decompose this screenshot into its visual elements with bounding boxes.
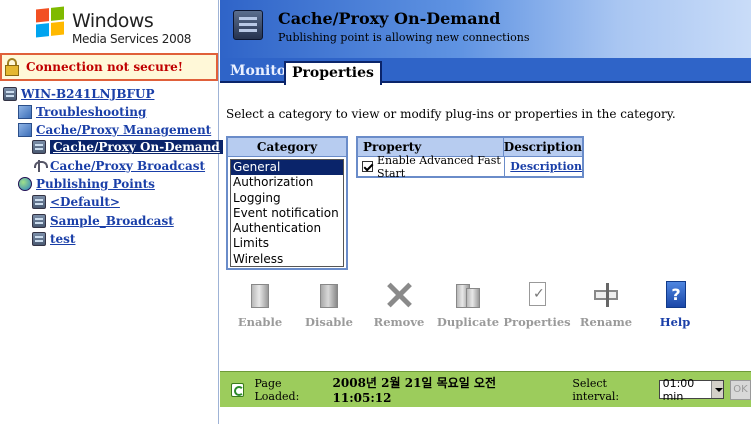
description-column-header: Description [503,140,582,154]
chevron-down-icon[interactable] [710,381,723,398]
rename-icon [591,280,621,310]
details-pane: Cache/Proxy On-Demand Publishing point i… [220,0,751,424]
remove-button[interactable]: Remove [364,280,434,329]
page-title: Cache/Proxy On-Demand [278,9,501,28]
category-option[interactable]: Limits [231,236,343,251]
page-subtitle: Publishing point is allowing new connect… [278,31,530,44]
disable-icon [314,280,344,310]
broadcast-antenna-icon [32,159,48,173]
category-option[interactable]: Event notification [231,206,343,221]
disable-button-label: Disable [305,315,353,329]
enable-advanced-fast-start-checkbox[interactable] [362,161,373,172]
tree-node-label[interactable]: Sample_Broadcast [50,214,174,228]
instructions-text: Select a category to view or modify plug… [226,107,676,121]
windows-media-services-logo: Windows Media Services 2008 [30,6,210,46]
tree-node-cache-proxy-management[interactable]: Cache/Proxy Management [18,123,211,137]
rename-button[interactable]: Rename [571,280,641,329]
help-icon: ? [660,280,690,310]
tree-node-label[interactable]: Troubleshooting [36,105,146,119]
cache-proxy-management-icon [18,123,32,137]
category-option[interactable]: General [231,160,343,176]
troubleshooting-icon [18,105,32,119]
plugin-toolbar: Enable Disable Remove Duplicate Properti… [220,280,751,332]
navigation-pane: Windows Media Services 2008 Connection n… [0,0,223,424]
help-button[interactable]: ? Help [640,280,710,329]
rename-button-label: Rename [579,315,633,329]
category-header: Category [228,138,346,157]
select-interval-label: Select interval: [572,376,620,403]
connection-warning-banner[interactable]: Connection not secure! [0,53,218,81]
duplicate-icon [453,280,483,310]
category-option[interactable]: Logging [231,191,343,206]
logo-product: Media Services 2008 [72,32,192,46]
tree-node-server-label[interactable]: WIN-B241LNJBFUP [21,87,154,101]
publishing-point-header-icon [233,10,263,40]
property-name: Enable Advanced Fast Start [377,153,501,180]
tree-node-cache-proxy-on-demand[interactable]: Cache/Proxy On-Demand [32,140,223,154]
tree-node-label[interactable]: test [50,232,75,246]
disable-button[interactable]: Disable [294,280,364,329]
category-listbox[interactable]: General Authorization Logging Event noti… [230,159,344,267]
windows-flag-icon [36,6,64,38]
tree-node-sample-broadcast[interactable]: Sample_Broadcast [32,214,174,228]
tree-node-troubleshooting[interactable]: Troubleshooting [18,105,146,119]
connection-warning-text: Connection not secure! [26,60,184,74]
ok-button[interactable]: OK [729,379,751,400]
tab-properties[interactable]: Properties [284,61,382,85]
properties-button[interactable]: Properties [502,280,572,329]
refresh-icon[interactable] [231,382,245,397]
tree-node-label[interactable]: <Default> [50,195,120,209]
server-icon [3,87,17,101]
enable-button[interactable]: Enable [225,280,295,329]
tree-node-server[interactable]: WIN-B241LNJBFUP [3,87,154,101]
status-bar: Page Loaded: 2008년 2월 21일 목요일 오전 11:05:1… [220,371,751,407]
publishing-points-icon [18,177,32,191]
help-button-label: Help [659,315,691,329]
tree-node-label[interactable]: Cache/Proxy On-Demand [50,140,223,154]
duplicate-button-label: Duplicate [436,315,500,329]
page-loaded-label: Page Loaded: [254,376,300,403]
publishing-point-icon [32,195,46,209]
enable-icon [245,280,275,310]
publishing-point-icon [32,214,46,228]
lock-icon [5,58,19,76]
category-panel: Category General Authorization Logging E… [226,136,348,270]
properties-table: Property Description Enable Advanced Fas… [356,136,584,180]
category-option[interactable]: Wireless [231,252,343,267]
tree-node-label[interactable]: Publishing Points [36,177,155,191]
category-option[interactable]: Authentication [231,221,343,236]
category-option[interactable]: Authorization [231,175,343,190]
page-loaded-timestamp: 2008년 2월 21일 목요일 오전 11:05:12 [332,376,497,405]
interval-select[interactable]: 01:00 min [658,377,724,403]
on-demand-server-icon [32,140,46,154]
properties-button-label: Properties [503,315,571,329]
publishing-point-icon [32,232,46,246]
tree-node-cache-proxy-broadcast[interactable]: Cache/Proxy Broadcast [32,159,205,173]
tree-node-test[interactable]: test [32,232,75,246]
table-row: Enable Advanced Fast Start Description [358,154,582,180]
remove-button-label: Remove [373,315,425,329]
interval-select-value: 01:00 min [662,376,695,403]
page-header: Cache/Proxy On-Demand Publishing point i… [220,0,751,58]
logo-brand: Windows [72,10,154,32]
property-cell: Enable Advanced Fast Start [358,154,506,180]
remove-icon [384,280,414,310]
properties-icon [522,280,552,310]
tree-node-publishing-points[interactable]: Publishing Points [18,177,155,191]
tree-node-label[interactable]: Cache/Proxy Management [36,123,211,137]
description-link[interactable]: Description [505,160,582,173]
tree-node-default[interactable]: <Default> [32,195,120,209]
tab-bar: Monitor Properties [220,58,751,85]
duplicate-button[interactable]: Duplicate [433,280,503,329]
enable-button-label: Enable [237,315,283,329]
tree-node-label[interactable]: Cache/Proxy Broadcast [50,159,205,173]
